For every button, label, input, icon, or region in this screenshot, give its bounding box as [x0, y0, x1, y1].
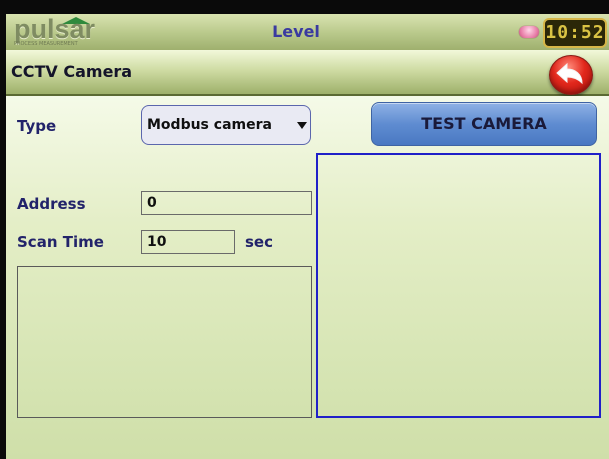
scan-time-unit: sec	[245, 233, 273, 251]
address-field[interactable]: 0	[141, 191, 312, 215]
scan-time-field[interactable]: 10	[141, 230, 235, 254]
type-label: Type	[17, 117, 57, 135]
test-camera-button[interactable]: TEST CAMERA	[371, 102, 597, 146]
logo-text: pulsar	[14, 14, 96, 44]
page-title: CCTV Camera	[11, 62, 133, 81]
logo-tagline: PROCESS MEASUREMENT	[14, 41, 78, 47]
chevron-down-icon	[297, 122, 307, 129]
back-button[interactable]	[549, 55, 593, 95]
back-arrow-icon	[556, 62, 583, 85]
content-panel: Type Modbus camera TEST CAMERA Address 0…	[6, 96, 609, 459]
status-led-icon	[519, 26, 539, 38]
type-select-value: Modbus camera	[147, 117, 272, 133]
camera-view-panel	[316, 153, 601, 418]
page-header: CCTV Camera	[6, 50, 609, 96]
device-screen: pulsar PROCESS MEASUREMENT Level 10:52 C…	[0, 0, 609, 459]
clock-display: 10:52	[543, 18, 607, 48]
status-log-area	[17, 266, 312, 418]
type-select[interactable]: Modbus camera	[141, 105, 311, 145]
mode-title: Level	[272, 22, 320, 41]
pulsar-logo: pulsar PROCESS MEASUREMENT	[14, 14, 114, 48]
scan-time-label: Scan Time	[17, 233, 104, 251]
top-status-bar: pulsar PROCESS MEASUREMENT Level 10:52	[6, 14, 609, 51]
address-label: Address	[17, 195, 86, 213]
